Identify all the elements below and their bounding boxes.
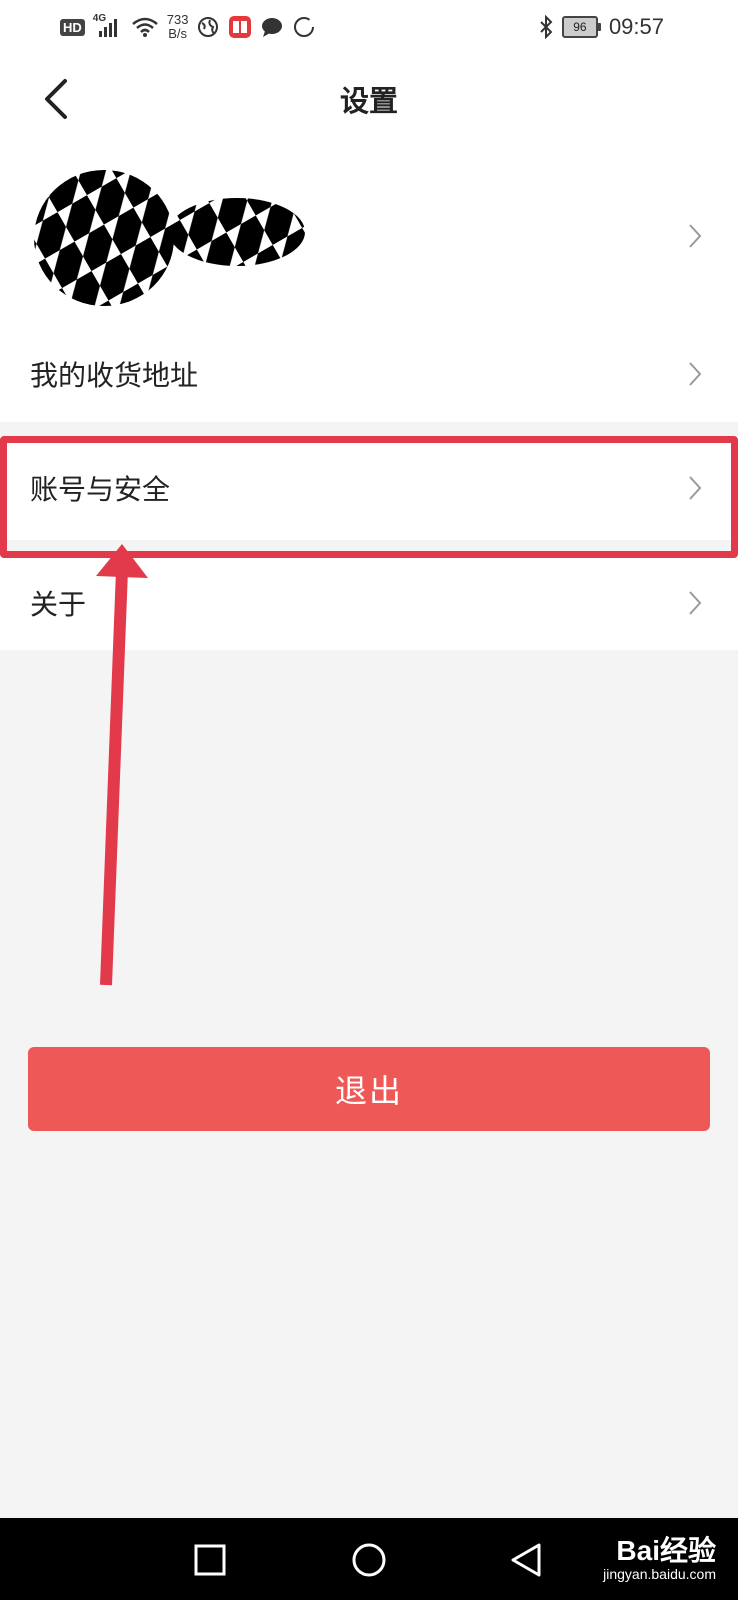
watermark-url: jingyan.baidu.com xyxy=(603,1566,716,1582)
system-nav-bar: Bai经验 jingyan.baidu.com xyxy=(0,1518,738,1600)
square-icon xyxy=(194,1544,226,1576)
recents-button[interactable] xyxy=(188,1538,232,1582)
annotation-arrow-icon xyxy=(96,544,148,986)
logout-button[interactable]: 退出 xyxy=(28,1047,710,1131)
home-button[interactable] xyxy=(347,1538,391,1582)
triangle-back-icon xyxy=(511,1543,541,1577)
circle-icon xyxy=(352,1543,386,1577)
back-nav-button[interactable] xyxy=(504,1538,548,1582)
watermark-brand: Bai经验 xyxy=(616,1535,716,1566)
watermark: Bai经验 jingyan.baidu.com xyxy=(603,1535,716,1583)
